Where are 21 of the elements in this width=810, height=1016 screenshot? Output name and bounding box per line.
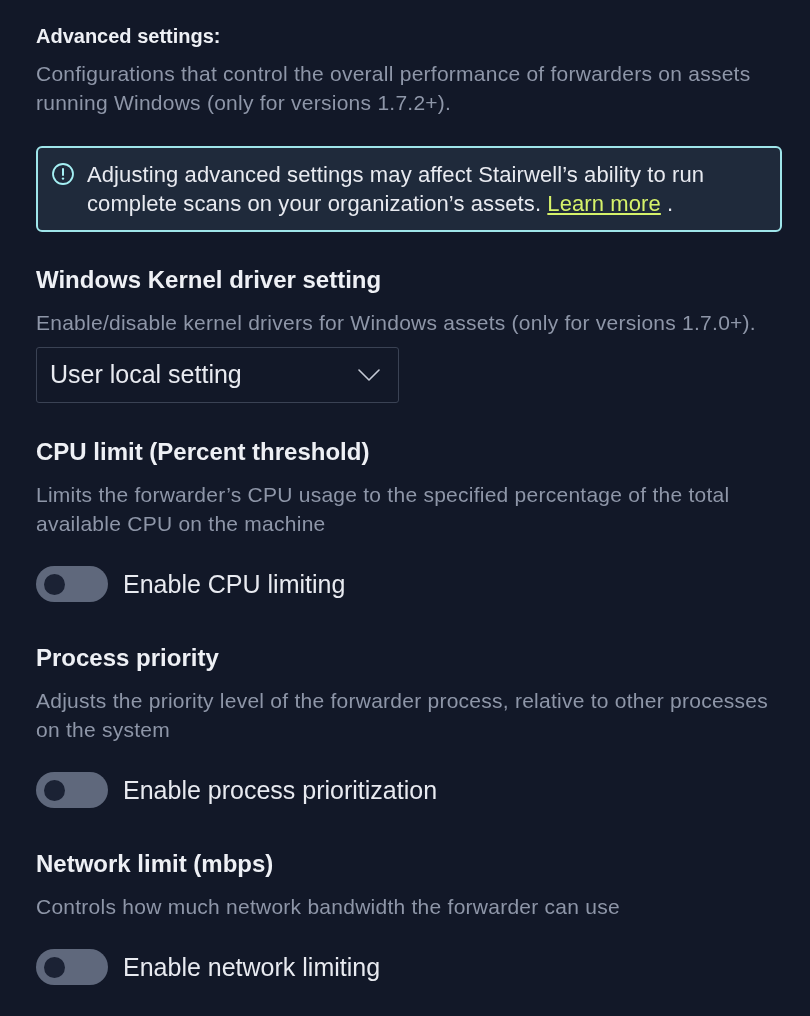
toggle-switch[interactable] <box>36 566 108 602</box>
section-description: Configurations that control the overall performance of forwarders on assets running Windows (only for versions 1.7.2+). <box>36 61 752 116</box>
toggle-switch[interactable] <box>36 772 108 808</box>
toggle-label: Enable network limiting <box>123 952 381 982</box>
section-heading: Network limit (mbps) <box>36 849 275 879</box>
section-description: Controls how much network bandwidth the forwarder can use <box>36 894 621 920</box>
toggle-label: Enable process prioritization <box>123 775 438 805</box>
chevron-down-icon <box>358 369 380 381</box>
learn-more-link[interactable]: Learn more <box>547 191 661 216</box>
toggle-switch[interactable] <box>36 949 108 985</box>
section-description: Limits the forwarder’s CPU usage to the specified percentage of the total available CPU on the machine <box>36 482 731 537</box>
section-description: Adjusts the priority level of the forwarder process, relative to other processes on the system <box>36 688 769 743</box>
section-heading: Windows Kernel driver setting <box>36 265 383 295</box>
section-description: Enable/disable kernel drivers for Windows assets (only for versions 1.7.0+). <box>36 310 757 336</box>
toggle-label: Enable CPU limiting <box>123 569 346 599</box>
section-heading: Process priority <box>36 643 220 673</box>
section-heading: CPU limit (Percent threshold) <box>36 437 371 467</box>
alert-icon <box>52 163 74 185</box>
warning-message: Adjusting advanced settings may affect Stairwell’s ability to run complete scans on your organization’s assets. Learn more . <box>87 161 706 218</box>
section-heading: Advanced settings: <box>36 24 222 49</box>
dropdown-select[interactable]: User local setting <box>36 347 399 403</box>
